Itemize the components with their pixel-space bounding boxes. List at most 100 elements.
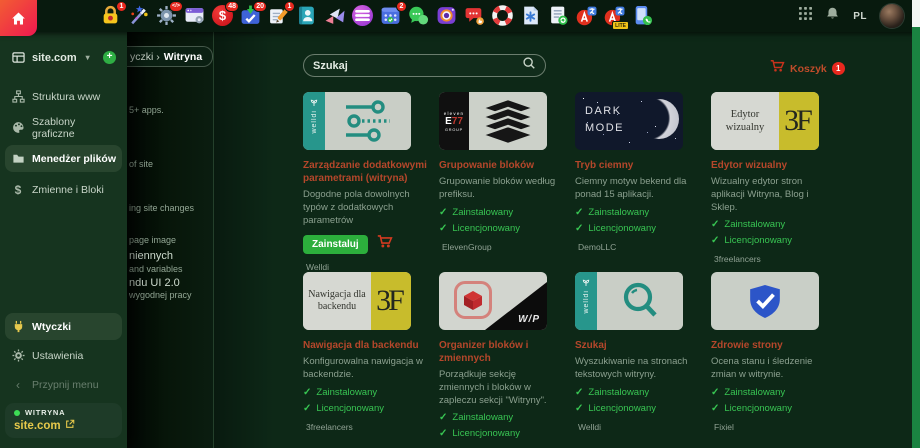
app-icon-inbox-download[interactable]: 20	[240, 1, 267, 27]
plugin-thumbnail[interactable]	[711, 272, 819, 330]
app-icon-translator-lite[interactable]: LITE	[604, 5, 629, 30]
install-button[interactable]: Zainstaluj	[303, 234, 368, 254]
plugin-vendor: 3freelancers	[306, 421, 353, 432]
search-icon	[522, 56, 536, 75]
sidebar-item-zmienne-i-bloki[interactable]: $ Zmienne i Bloki	[5, 176, 122, 203]
installed-status: Zainstalowany	[439, 412, 564, 423]
sidebar-item-struktura-www[interactable]: Struktura www	[5, 83, 122, 110]
licensed-status: Licencjonowany	[303, 403, 428, 414]
app-icon-doc-snowflake[interactable]	[520, 5, 541, 27]
plugin-title[interactable]: Grupowanie bloków	[439, 159, 564, 172]
site-selector[interactable]: site.com ▾	[5, 44, 122, 71]
online-status-dot	[14, 409, 20, 416]
app-icon-password-lock[interactable]: 1	[100, 1, 127, 27]
app-icon-sales[interactable]: $ 48	[212, 1, 239, 27]
scrollbar-thumb[interactable]	[912, 0, 920, 27]
folder-icon	[11, 152, 25, 166]
add-site-button[interactable]	[103, 51, 116, 64]
cart-icon	[770, 59, 785, 78]
bell-icon[interactable]	[825, 6, 840, 26]
plugin-title[interactable]: Edytor wizualny	[711, 159, 836, 172]
welldi-band-label: welldi	[582, 290, 590, 314]
plugin-title[interactable]: Organizer bloków i zmiennych	[439, 339, 564, 365]
external-link-icon	[65, 419, 75, 432]
notification-badge: 20	[253, 1, 267, 12]
check-icon	[575, 387, 583, 398]
page-scrollbar[interactable]	[912, 0, 920, 448]
chevron-down-icon[interactable]: ▾	[86, 53, 90, 62]
app-icon-doc-restore[interactable]	[548, 5, 569, 27]
sidebar-item-przypnij-menu[interactable]: ‹ Przypnij menu	[5, 371, 122, 398]
current-site-card[interactable]: WITRYNA site.com	[5, 403, 122, 438]
add-to-cart-icon[interactable]	[377, 234, 393, 254]
panel-text-fragment: ndu UI 2.0	[129, 277, 180, 289]
gear-icon	[11, 349, 25, 363]
topbar-right-controls: PL	[799, 0, 904, 32]
breadcrumb[interactable]: yczki › Witryna	[127, 46, 214, 67]
cart-button[interactable]: Koszyk 1	[770, 59, 845, 78]
plugin-thumbnail[interactable]: welldi	[575, 272, 683, 330]
sidebar-item-menedzer-plikow[interactable]: Menedżer plików	[5, 145, 122, 172]
sidebar-bottom-group: Wtyczki Ustawienia ‹ Przypnij menu WITRY…	[0, 311, 127, 448]
install-row: Zainstaluj	[303, 234, 428, 254]
licensed-status: Licencjonowany	[711, 235, 836, 246]
plugin-thumbnail[interactable]: welldi	[303, 92, 411, 150]
plugin-thumbnail[interactable]: Nawigacja dla backendu 3F	[303, 272, 411, 330]
panel-divider	[213, 32, 214, 448]
background-panel: yczki › Witryna 5+ apps. of site ing sit…	[127, 32, 214, 448]
welldi-logo-icon	[582, 279, 590, 286]
home-button[interactable]	[0, 0, 37, 36]
apps-grid-icon[interactable]	[799, 7, 813, 25]
check-icon	[575, 207, 583, 218]
search-box[interactable]	[303, 54, 546, 77]
app-icon-translator[interactable]	[576, 5, 597, 27]
check-icon	[575, 403, 583, 414]
plugin-title[interactable]: Szukaj	[575, 339, 700, 352]
table-icon	[11, 51, 25, 65]
app-icon-calendar-tasks[interactable]: 2	[380, 1, 407, 27]
app-icon-menu-circle[interactable]	[352, 5, 373, 27]
plugin-vendor: Welldi	[578, 421, 601, 432]
app-icon-send-planes[interactable]	[324, 5, 345, 27]
app-icon-notes-edit[interactable]: 1	[268, 1, 295, 27]
sidebar-item-ustawienia[interactable]: Ustawienia	[5, 342, 122, 369]
check-icon	[711, 235, 719, 246]
plugin-thumbnail[interactable]: Edytor wizualny 3F	[711, 92, 819, 150]
plugin-vendor: 3freelancers	[714, 254, 761, 265]
search-input[interactable]	[313, 59, 522, 72]
site-selector-label: site.com	[32, 51, 77, 64]
app-icon-support-lifebuoy[interactable]	[492, 5, 513, 27]
app-icon-tablet-call[interactable]	[632, 5, 653, 27]
plugin-title[interactable]: Zarządzanie dodatkowymi parametrami (wit…	[303, 159, 428, 185]
site-domain-link[interactable]: site.com	[14, 420, 61, 432]
app-icon-browser-settings[interactable]	[184, 5, 205, 27]
app-icon-settings-code[interactable]: </>	[156, 1, 183, 27]
plugin-title[interactable]: Tryb ciemny	[575, 159, 700, 172]
licensed-status: Licencjonowany	[575, 223, 700, 234]
layers-icon	[469, 92, 547, 150]
plugin-thumbnail[interactable]: DARK MODE	[575, 92, 683, 150]
plugin-title[interactable]: Nawigacja dla backendu	[303, 339, 428, 352]
app-icon-chat[interactable]	[408, 5, 429, 27]
plugin-card: Edytor wizualny 3F Edytor wizualny Wizua…	[711, 92, 836, 272]
app-icon-magic-wand[interactable]	[128, 5, 149, 27]
sidebar-item-label: Wtyczki	[32, 320, 72, 333]
plugin-thumbnail[interactable]: eleven E77 GROUP	[439, 92, 547, 150]
sidebar-item-szablony-graficzne[interactable]: Szablony graficzne	[5, 114, 122, 141]
cart-label: Koszyk	[790, 62, 827, 75]
user-avatar[interactable]	[880, 4, 904, 28]
plugin-title[interactable]: Zdrowie strony	[711, 339, 836, 352]
app-icon-camera[interactable]	[436, 5, 457, 27]
language-switch[interactable]: PL	[853, 11, 867, 22]
installed-status: Zainstalowany	[711, 387, 836, 398]
plug-icon	[11, 320, 25, 334]
app-icon-feedback[interactable]	[464, 5, 485, 27]
plugin-description: Ciemny motyw bekend dla ponad 15 aplikac…	[575, 176, 687, 200]
sidebar-item-wtyczki[interactable]: Wtyczki	[5, 313, 122, 340]
panel-text-fragment: wygodnej pracy	[129, 290, 192, 300]
app-icon-contacts[interactable]	[296, 5, 317, 27]
plugin-thumbnail[interactable]: W/P	[439, 272, 547, 330]
cube-icon	[454, 281, 492, 319]
sidebar-item-label: Menedżer plików	[32, 152, 117, 165]
home-icon	[12, 12, 25, 24]
